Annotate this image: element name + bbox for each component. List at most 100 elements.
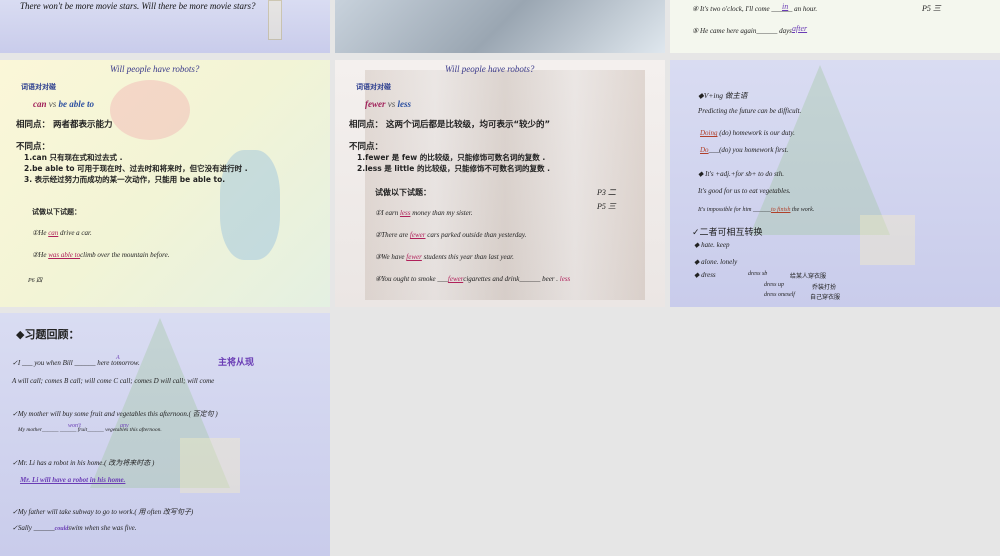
q1-answer: Doing (700, 129, 718, 137)
slide-thumbnail-2[interactable] (335, 0, 665, 53)
slide-title: Will people have robots? (110, 64, 200, 74)
word-fewer: fewer (365, 99, 386, 109)
q1-prefix: ①I earn (375, 209, 400, 217)
section-label: 词语对对碰 (21, 83, 56, 91)
section-label: 词语对对碰 (356, 83, 391, 91)
bullet-alone-lonely: ◆ alone. lonely (694, 258, 738, 266)
grammar-note: 主将从现 (218, 358, 255, 368)
bullet-dress: ◆ dress (694, 271, 716, 279)
q5-prefix: ✓Sally ______ (12, 524, 55, 532)
q2-answer: Do (700, 146, 709, 154)
review-answer-1: A (116, 355, 120, 361)
slide-thumbnail-exercise-review[interactable]: ◆习题回顾： ✓I ___ you when Bill ______ here … (0, 313, 330, 556)
exercise-1: ①He can drive a car. (32, 229, 92, 237)
slide-thumbnail-fewer-vs-less[interactable]: Will people have robots? 词语对对碰 fewer vs … (335, 60, 665, 307)
q3-answer: fewer (406, 253, 422, 261)
q4-prefix: ④You ought to smoke ___ (375, 275, 448, 283)
review-question-2: ✓My mother will buy some fruit and veget… (12, 410, 218, 418)
q5-answer: could (54, 526, 69, 532)
difference-3: 3. 表示经过努力而成功的某一次动作，只能用 be able to. (24, 175, 226, 184)
lamp-decoration (860, 215, 915, 265)
lamp-decoration (180, 438, 240, 493)
page-reference-2: P5 三 (597, 202, 616, 211)
review-question-3: ✓Mr. Li has a robot in his home.( 改为将来时态… (12, 459, 155, 467)
dress-meaning-1: 给某人穿衣服 (790, 273, 827, 280)
q1-prefix: ①He (32, 229, 49, 237)
exercise-heading: 试做以下试题： (375, 188, 431, 197)
heading-convert: ✓二者可相互转换 (692, 228, 763, 238)
slide-thumbnail-ving-subject[interactable]: ◆V+ing 做主语 Predicting the future can be … (670, 60, 1000, 307)
q2-suffix: climb over the mountain before. (80, 251, 170, 259)
slide-title: ◆习题回顾： (16, 328, 80, 341)
review-answer-3: Mr. Li will have a robot in his home. (20, 476, 126, 484)
exercise-2: ②There are fewer cars parked outside tha… (375, 231, 526, 239)
slide-text: There won't be more movie stars. Will th… (20, 1, 256, 11)
review-answer-2a: won't (68, 423, 81, 429)
dress-phrase-1: dress sb (748, 271, 768, 277)
q3-suffix: the work. (790, 207, 815, 213)
q2-prefix: ②He (32, 251, 49, 259)
q2-answer: was able to (48, 251, 81, 259)
page-reference-1: P3 二 (597, 188, 616, 197)
q1-answer: can (48, 229, 59, 237)
exercise-3: ③We have fewer students this year than l… (375, 253, 514, 261)
vs-text: vs (387, 99, 396, 109)
exercise-4: ④You ought to smoke ___fewercigarettes a… (375, 275, 570, 283)
dress-meaning-3: 自己穿衣服 (810, 294, 841, 301)
q1-text: (do) homework is our duty. (717, 129, 795, 137)
answer-4: in (782, 2, 789, 11)
word-be-able-to: be able to (58, 99, 95, 109)
word-can: can (33, 99, 47, 109)
slide-thumbnail-can-vs-be-able-to[interactable]: Will people have robots? 词语对对碰 can vs be… (0, 60, 330, 307)
exercise-3: It's impossible for him ______to finish … (698, 207, 814, 213)
q2-prefix: ②There are (375, 231, 410, 239)
dress-phrase-3: dress oneself (764, 292, 795, 298)
candle-decoration (268, 0, 282, 40)
exercise-1: Doing (do) homework is our duty. (700, 129, 795, 137)
similarity-text: 相同点： 这两个词后都是比较级，均可表示“较少的” (349, 120, 551, 130)
question-5: ⑤ He came here again______ days. (692, 27, 794, 35)
q4-middle: cigarettes and drink______ beer . (463, 275, 560, 283)
difference-2: 2.be able to 可用于现在时、过去时和将来时，但它没有进行时 . (24, 164, 248, 173)
flower-decoration (110, 80, 190, 140)
q1-answer: less (399, 209, 411, 217)
q3-answer: to finish (770, 207, 791, 213)
answer-5: after (792, 24, 808, 33)
exercise-heading: 试做以下试题： (32, 208, 81, 216)
q2-answer: fewer (409, 231, 426, 239)
exercise-2: ②He was able toclimb over the mountain b… (32, 251, 169, 259)
q2-text: ___(do) you homework first. (708, 146, 789, 154)
question-4: ④ It's two o'clock, I'll come ______ an … (692, 5, 818, 13)
slide-title: Will people have robots? (445, 64, 535, 74)
review-fill-2: My mother______ ______ fruit______ veget… (18, 427, 162, 433)
difference-label: 不同点： (16, 142, 51, 152)
exercise-1: ①I earn less money than my sister. (375, 209, 472, 217)
q3-prefix: ③We have (375, 253, 407, 261)
dress-meaning-2: 乔装打扮 (812, 284, 837, 291)
slide-thumbnail-3[interactable]: ④ It's two o'clock, I'll come ______ an … (670, 0, 1000, 53)
example-2: It's good for us to eat vegetables. (698, 187, 791, 195)
dress-phrase-2: dress up (764, 282, 784, 288)
similarity-text: 相同点： 两者都表示能力 (16, 120, 113, 130)
example-1: Predicting the future can be difficult. (698, 107, 802, 115)
bullet-hate-keep: ◆ hate. keep (694, 241, 730, 249)
q3-prefix: It's impossible for him ______ (698, 207, 771, 213)
exercise-2: Do___(do) you homework first. (700, 146, 788, 154)
heading-ving: ◆V+ing 做主语 (698, 91, 748, 100)
q2-suffix: cars parked outside than yesterday. (425, 231, 527, 239)
difference-1: 1.can 只有现在式和过去式 . (24, 153, 123, 162)
difference-label: 不同点： (349, 142, 384, 152)
review-options-1: A will call; comes B call; will come C c… (12, 377, 215, 385)
page-reference: P6 四 (28, 278, 43, 284)
review-question-5: ✓Sally ______couldswim when she was five… (12, 524, 137, 532)
q1-suffix: money than my sister. (410, 209, 473, 217)
q4-answer-2: less (559, 275, 571, 283)
slide-thumbnail-1[interactable]: There won't be more movie stars. Will th… (0, 0, 330, 53)
page-reference: P5 三 (922, 4, 941, 13)
review-question-1: ✓I ___ you when Bill ______ here tomorro… (12, 359, 140, 367)
word-less: less (397, 99, 412, 109)
difference-2: 2.less 是 little 的比较级，只能修饰不可数名词的复数 . (357, 164, 550, 173)
heading-its-adj: ◆ It's +adj.+for sb+ to do sth. (698, 170, 785, 178)
q3-suffix: students this year than last year. (421, 253, 514, 261)
q5-suffix: swim when she was five. (68, 524, 137, 532)
